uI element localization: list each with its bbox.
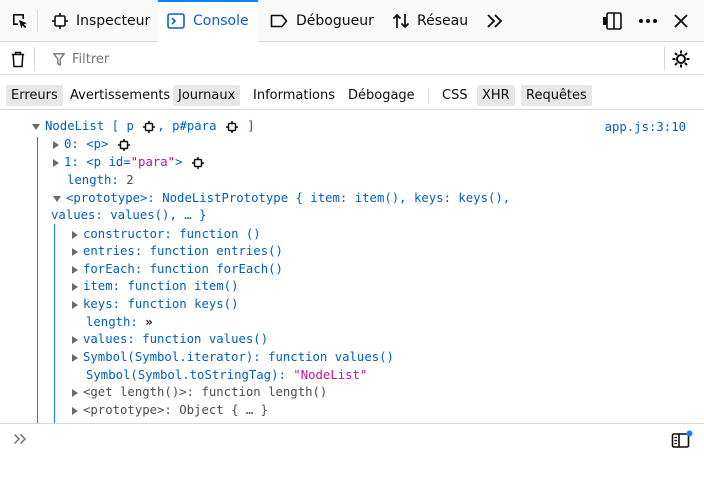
filter-info-button[interactable]: Informations xyxy=(248,85,340,106)
expand-toggle-icon[interactable] xyxy=(72,388,78,397)
tree-row-foreach[interactable]: forEach: function forEach() xyxy=(72,261,283,278)
network-icon xyxy=(392,12,410,30)
expand-toggle-icon[interactable] xyxy=(72,247,78,256)
node-inspect-icon[interactable] xyxy=(143,120,156,133)
tree-row-values[interactable]: values: function values() xyxy=(72,331,268,348)
expand-toggle-icon[interactable] xyxy=(53,158,59,167)
category-divider xyxy=(428,88,429,104)
log-message-nodelist[interactable]: NodeList [ p , p#para ] xyxy=(32,118,255,135)
tree-row-item-0[interactable]: 0: <p> xyxy=(53,136,132,153)
expand-toggle-icon[interactable] xyxy=(72,265,78,274)
tab-network[interactable]: Réseau xyxy=(384,0,476,42)
node-inspect-icon[interactable] xyxy=(191,156,204,169)
tab-debugger-label: Débogueur xyxy=(296,13,374,29)
trash-icon[interactable] xyxy=(8,49,28,69)
tab-network-label: Réseau xyxy=(417,13,469,29)
editor-mode-icon[interactable] xyxy=(670,429,694,451)
expand-toggle-icon[interactable] xyxy=(32,123,40,130)
expand-toggle-icon[interactable] xyxy=(72,406,78,415)
category-filter-bar: Erreurs Avertissements Journaux Informat… xyxy=(0,82,704,110)
tree-row-symbol-tostringtag: Symbol(Symbol.toStringTag): "NodeList" xyxy=(86,368,368,382)
console-output: app.js:3:10 NodeList [ p , p#para ] 0: <… xyxy=(0,111,704,423)
filter-warnings-button[interactable]: Avertissements xyxy=(65,85,175,106)
devtools-toolbar: Inspecteur Console Débogueur Réseau xyxy=(0,0,704,42)
tree-row-item[interactable]: item: function item() xyxy=(72,278,239,295)
filter-requests-button[interactable]: Requêtes xyxy=(521,85,592,106)
close-icon[interactable] xyxy=(668,0,694,42)
filter-debug-button[interactable]: Débogage xyxy=(343,85,420,106)
console-icon xyxy=(167,13,185,29)
expand-toggle-icon[interactable] xyxy=(72,230,78,239)
filter-divider xyxy=(34,47,35,71)
expand-toggle-icon[interactable] xyxy=(72,300,78,309)
tab-console[interactable]: Console xyxy=(158,0,258,42)
tree-guide-line xyxy=(37,137,38,423)
node-inspect-icon[interactable] xyxy=(225,120,238,133)
expand-toggle-icon[interactable] xyxy=(72,353,78,362)
settings-divider xyxy=(664,47,665,71)
tree-row-length: length: 2 xyxy=(67,173,134,187)
tab-console-label: Console xyxy=(193,13,249,29)
active-tab-indicator xyxy=(158,0,258,2)
dock-icon[interactable] xyxy=(598,0,626,42)
filter-errors-button[interactable]: Erreurs xyxy=(6,85,63,106)
element-picker-icon[interactable] xyxy=(8,0,32,42)
debugger-icon xyxy=(270,14,288,28)
tab-debugger[interactable]: Débogueur xyxy=(262,0,380,42)
tree-row-keys[interactable]: keys: function keys() xyxy=(72,296,239,313)
filter-xhr-button[interactable]: XHR xyxy=(477,85,515,106)
console-input[interactable] xyxy=(0,423,704,453)
source-location-link[interactable]: app.js:3:10 xyxy=(605,119,686,136)
tree-row-constructor[interactable]: constructor: function () xyxy=(72,226,261,243)
filter-bar xyxy=(0,43,704,75)
double-chevron-icon[interactable] xyxy=(482,0,508,42)
tree-row-proto-proto[interactable]: <prototype>: Object { … } xyxy=(72,402,268,419)
expand-toggle-icon[interactable] xyxy=(53,195,61,202)
inspector-icon xyxy=(52,13,68,29)
filter-logs-button[interactable]: Journaux xyxy=(173,85,241,106)
double-chevron-prompt-icon xyxy=(12,432,28,446)
expand-toggle-icon[interactable] xyxy=(53,140,59,149)
tree-row-prototype-wrap: values: values(), … } xyxy=(51,208,207,222)
tree-row-length-getter[interactable]: length: » xyxy=(86,314,153,331)
filter-input[interactable] xyxy=(54,44,654,74)
settings-gear-icon[interactable] xyxy=(670,49,692,69)
toolbar-divider xyxy=(37,0,38,42)
node-inspect-icon[interactable] xyxy=(117,138,130,151)
overflow-menu-icon[interactable] xyxy=(634,0,662,42)
tree-row-item-1[interactable]: 1: <p id="para"> xyxy=(53,154,206,171)
invoke-getter-button[interactable]: » xyxy=(145,315,152,329)
tree-row-prototype[interactable]: <prototype>: NodeListPrototype { item: i… xyxy=(53,190,510,207)
tree-guide-line xyxy=(54,224,55,423)
tree-row-entries[interactable]: entries: function entries() xyxy=(72,243,283,260)
filter-css-button[interactable]: CSS xyxy=(437,85,473,106)
tab-inspector[interactable]: Inspecteur xyxy=(44,0,156,42)
tree-row-symbol-iterator[interactable]: Symbol(Symbol.iterator): function values… xyxy=(72,349,394,366)
tree-row-get-length[interactable]: <get length()>: function length() xyxy=(72,384,327,401)
expand-toggle-icon[interactable] xyxy=(72,335,78,344)
tab-inspector-label: Inspecteur xyxy=(76,13,151,29)
expand-toggle-icon[interactable] xyxy=(72,282,78,291)
